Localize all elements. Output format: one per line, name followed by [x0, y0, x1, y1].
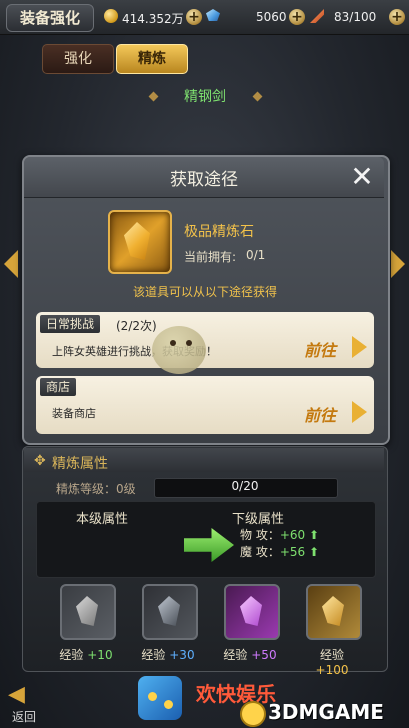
refine-level-label: 精炼等级：0级	[56, 482, 136, 496]
watermark-logo: 3DMGAME	[268, 700, 384, 724]
owned-value: 0/1	[246, 248, 266, 262]
gem-value: 5060	[256, 10, 287, 24]
add-stamina-button[interactable]: +	[389, 9, 405, 25]
stat-value: +56	[279, 545, 306, 559]
go-button-daily[interactable]: 前往	[304, 337, 336, 361]
go-arrow-icon[interactable]	[352, 336, 367, 358]
material-exp-4: 经验 +100	[315, 648, 349, 677]
mascot-icon	[152, 326, 206, 374]
material-exp-2: 经验 +30	[141, 648, 195, 662]
next-attr-label: 下级属性	[232, 512, 285, 527]
watermark-text: 欢快娱乐	[196, 682, 276, 706]
tab-refine[interactable]: 精炼	[116, 44, 188, 74]
mascot-eye	[170, 340, 176, 346]
refine-panel-title: 精炼属性	[52, 456, 108, 472]
material-exp-3: 经验 +50	[223, 648, 277, 662]
watermark-logo-icon	[240, 701, 266, 727]
gamepad-logo-icon	[138, 676, 182, 720]
modal-title: 获取途径	[170, 170, 238, 190]
gold-coin-icon	[104, 9, 118, 23]
stat-name: 魔 攻：	[240, 545, 280, 559]
stat-line: 魔 攻：+56 ⬆	[240, 543, 319, 560]
current-attr-label: 本级属性	[76, 512, 129, 527]
add-gold-button[interactable]: +	[186, 9, 202, 25]
item-name: 极品精炼石	[184, 224, 254, 240]
go-arrow-icon[interactable]	[352, 401, 367, 423]
stat-value: +60	[279, 528, 306, 542]
back-button[interactable]: 返回	[12, 708, 36, 725]
refine-progress-text: 0/20	[231, 479, 259, 493]
source-count: (2/2次)	[116, 319, 157, 333]
back-arrow-icon[interactable]: ◀	[8, 684, 38, 706]
add-gem-button[interactable]: +	[289, 9, 305, 25]
owned-label: 当前拥有:	[184, 250, 237, 264]
increase-arrow-icon: ⬆	[308, 545, 320, 559]
next-arrow-icon[interactable]	[391, 250, 405, 278]
close-button[interactable]: ✕	[348, 163, 376, 191]
increase-arrow-icon: ⬆	[308, 528, 320, 542]
material-exp-1: 经验 +10	[59, 648, 113, 662]
source-tag-daily: 日常挑战	[40, 315, 101, 333]
gamepad-button-icon	[148, 692, 157, 701]
gamepad-button-icon	[164, 700, 173, 709]
stamina-value: 83/100	[334, 10, 377, 24]
source-tag-shop: 商店	[40, 378, 77, 396]
tab-strengthen[interactable]: 强化	[42, 44, 114, 74]
page-title: 装备强化	[6, 4, 94, 32]
gold-value: 414.352万	[122, 12, 184, 26]
stat-name: 物 攻：	[240, 528, 280, 542]
refine-attr-icon: ✥	[34, 453, 46, 469]
source-desc-shop: 装备商店	[52, 407, 96, 420]
go-button-shop[interactable]: 前往	[304, 402, 336, 426]
prev-arrow-icon[interactable]	[4, 250, 18, 278]
stat-line: 物 攻：+60 ⬆	[240, 526, 319, 543]
source-hint: 该道具可以从以下途径获得	[132, 285, 277, 299]
mascot-eye	[186, 340, 192, 346]
